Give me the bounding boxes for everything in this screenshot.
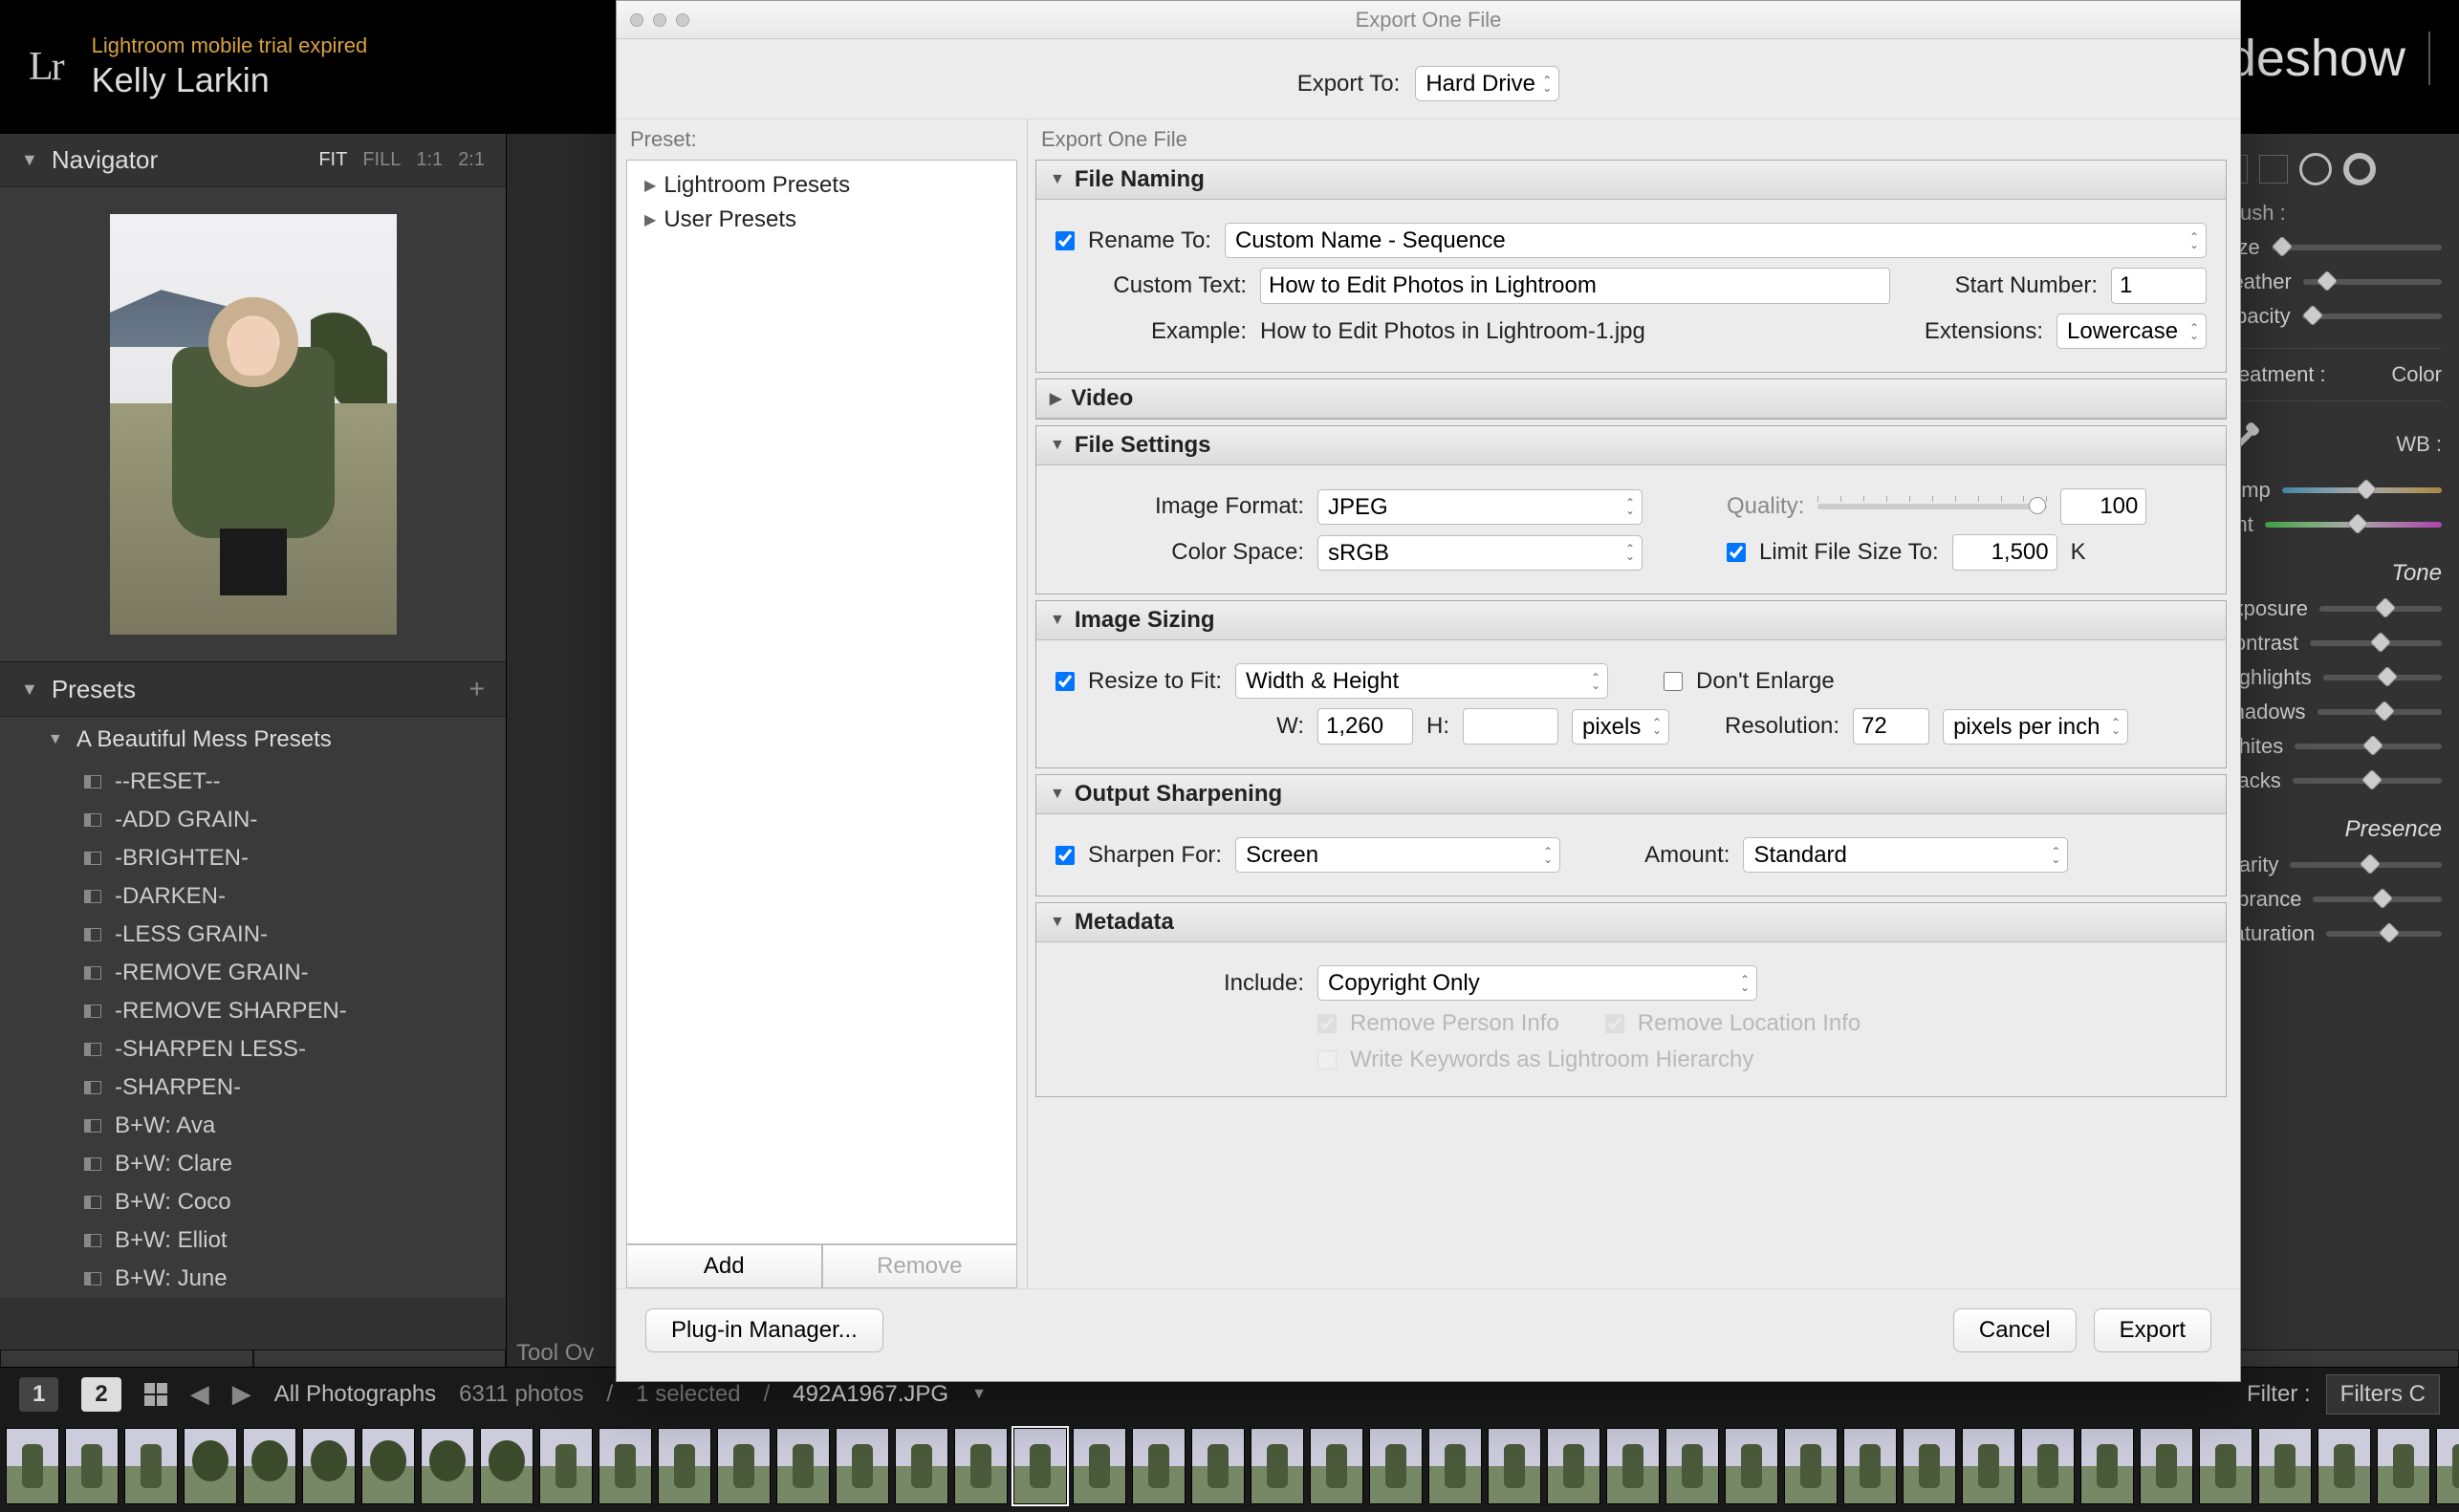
workspace: Lr Lightroom mobile trial expired Kelly … [0, 0, 2459, 1512]
limit-filesize-label: Limit File Size To: [1759, 539, 1939, 566]
preset-label: Preset: [617, 119, 1027, 160]
image-sizing-header[interactable]: Image Sizing [1036, 601, 2226, 640]
resolution-unit-select[interactable]: pixels per inch [1943, 709, 2128, 745]
height-input[interactable] [1463, 708, 1558, 745]
image-sizing-section: Image Sizing Resize to Fit: Width & Heig… [1035, 600, 2227, 768]
sharpen-amount-select[interactable]: Standard [1743, 837, 2068, 873]
chevron-right-icon [644, 210, 656, 229]
rename-to-check[interactable] [1055, 231, 1075, 250]
rename-to-label: Rename To: [1088, 227, 1211, 254]
metadata-section: Metadata Include: Copyright Only Remove … [1035, 902, 2227, 1097]
include-select[interactable]: Copyright Only [1317, 965, 1757, 1001]
plugin-manager-button[interactable]: Plug-in Manager... [645, 1308, 883, 1352]
export-button[interactable]: Export [2094, 1308, 2211, 1352]
preset-node[interactable]: Lightroom Presets [639, 168, 1005, 203]
video-header[interactable]: Video [1036, 379, 2226, 419]
limit-filesize-input[interactable] [1952, 534, 2057, 571]
file-settings-section: File Settings Image Format: JPEG Quality… [1035, 425, 2227, 594]
resolution-input[interactable] [1853, 708, 1929, 745]
output-sharpening-section: Output Sharpening Sharpen For: Screen Am… [1035, 774, 2227, 896]
sharpen-amount-label: Amount: [1644, 842, 1730, 869]
remove-person-check [1317, 1014, 1337, 1033]
color-space-label: Color Space: [1055, 539, 1304, 566]
write-keywords-check [1317, 1050, 1337, 1069]
resize-check[interactable] [1055, 672, 1075, 691]
chevron-down-icon [1050, 786, 1065, 803]
sharpen-for-label: Sharpen For: [1088, 842, 1222, 869]
export-to-select[interactable]: Hard Drive [1415, 66, 1559, 101]
image-format-select[interactable]: JPEG [1317, 489, 1643, 525]
chevron-down-icon [1050, 914, 1065, 931]
file-naming-header[interactable]: File Naming [1036, 161, 2226, 200]
dialog-body: Preset: Lightroom Presets User Presets A… [617, 119, 2240, 1288]
close-icon[interactable] [630, 13, 643, 27]
limit-filesize-check[interactable] [1727, 543, 1746, 562]
video-section: Video [1035, 378, 2227, 420]
chevron-down-icon [1050, 437, 1065, 454]
h-label: H: [1426, 713, 1449, 740]
start-number-label: Start Number: [1955, 272, 2098, 299]
dialog-sections-scroll[interactable]: File Naming Rename To: Custom Name - Seq… [1035, 160, 2227, 1285]
include-label: Include: [1055, 970, 1304, 997]
add-preset-button[interactable]: Add [626, 1244, 822, 1288]
remove-location-label: Remove Location Info [1638, 1010, 1861, 1037]
sharpen-for-select[interactable]: Screen [1235, 837, 1560, 873]
export-to-label: Export To: [1297, 71, 1401, 97]
extensions-label: Extensions: [1925, 318, 2043, 345]
resize-label: Resize to Fit: [1088, 668, 1222, 695]
image-format-label: Image Format: [1055, 493, 1304, 520]
extensions-select[interactable]: Lowercase [2056, 313, 2207, 349]
color-space-select[interactable]: sRGB [1317, 535, 1643, 571]
cancel-button[interactable]: Cancel [1953, 1308, 2077, 1352]
chevron-right-icon [1050, 389, 1061, 408]
limit-filesize-unit: K [2071, 539, 2086, 566]
custom-text-label: Custom Text: [1055, 272, 1247, 299]
remove-person-label: Remove Person Info [1350, 1010, 1559, 1037]
metadata-header[interactable]: Metadata [1036, 903, 2226, 942]
preset-node[interactable]: User Presets [639, 203, 1005, 237]
dialog-titlebar: Export One File [617, 1, 2240, 39]
resize-mode-select[interactable]: Width & Height [1235, 663, 1608, 699]
preset-add-remove: Add Remove [626, 1244, 1017, 1288]
minimize-icon[interactable] [653, 13, 666, 27]
window-controls [630, 13, 689, 27]
quality-label: Quality: [1727, 493, 1804, 520]
file-naming-section: File Naming Rename To: Custom Name - Seq… [1035, 160, 2227, 373]
dont-enlarge-check[interactable] [1664, 672, 1683, 691]
example-label: Example: [1055, 318, 1247, 345]
dialog-backdrop: Export One File Export To: Hard Drive Pr… [0, 0, 2459, 1512]
custom-text-input[interactable] [1260, 268, 1890, 304]
wh-unit-select[interactable]: pixels [1572, 709, 1669, 745]
chevron-down-icon [1050, 612, 1065, 629]
chevron-right-icon [644, 176, 656, 195]
rename-to-select[interactable]: Custom Name - Sequence [1225, 223, 2207, 258]
chevron-down-icon [1050, 171, 1065, 188]
dialog-right-label: Export One File [1028, 119, 2240, 160]
zoom-icon[interactable] [676, 13, 689, 27]
quality-value[interactable] [2060, 488, 2146, 525]
remove-preset-button: Remove [822, 1244, 1018, 1288]
remove-location-check [1605, 1014, 1624, 1033]
sharpen-check[interactable] [1055, 846, 1075, 865]
file-settings-header[interactable]: File Settings [1036, 426, 2226, 465]
quality-slider[interactable] [1817, 504, 2047, 509]
dialog-right-column: Export One File File Naming Rename To: C… [1028, 119, 2240, 1288]
example-value: How to Edit Photos in Lightroom-1.jpg [1260, 318, 1645, 345]
start-number-input[interactable] [2111, 268, 2207, 304]
preset-tree[interactable]: Lightroom Presets User Presets [626, 160, 1017, 1244]
export-to-row: Export To: Hard Drive [617, 39, 2240, 119]
dialog-left-column: Preset: Lightroom Presets User Presets A… [617, 119, 1028, 1288]
output-sharpening-header[interactable]: Output Sharpening [1036, 775, 2226, 814]
export-dialog: Export One File Export To: Hard Drive Pr… [616, 0, 2241, 1382]
width-input[interactable] [1317, 708, 1413, 745]
w-label: W: [1055, 713, 1304, 740]
dialog-title: Export One File [617, 8, 2240, 32]
dont-enlarge-label: Don't Enlarge [1696, 668, 1835, 695]
dialog-footer: Plug-in Manager... Cancel Export [617, 1288, 2240, 1381]
write-keywords-label: Write Keywords as Lightroom Hierarchy [1350, 1047, 1753, 1073]
resolution-label: Resolution: [1725, 713, 1839, 740]
